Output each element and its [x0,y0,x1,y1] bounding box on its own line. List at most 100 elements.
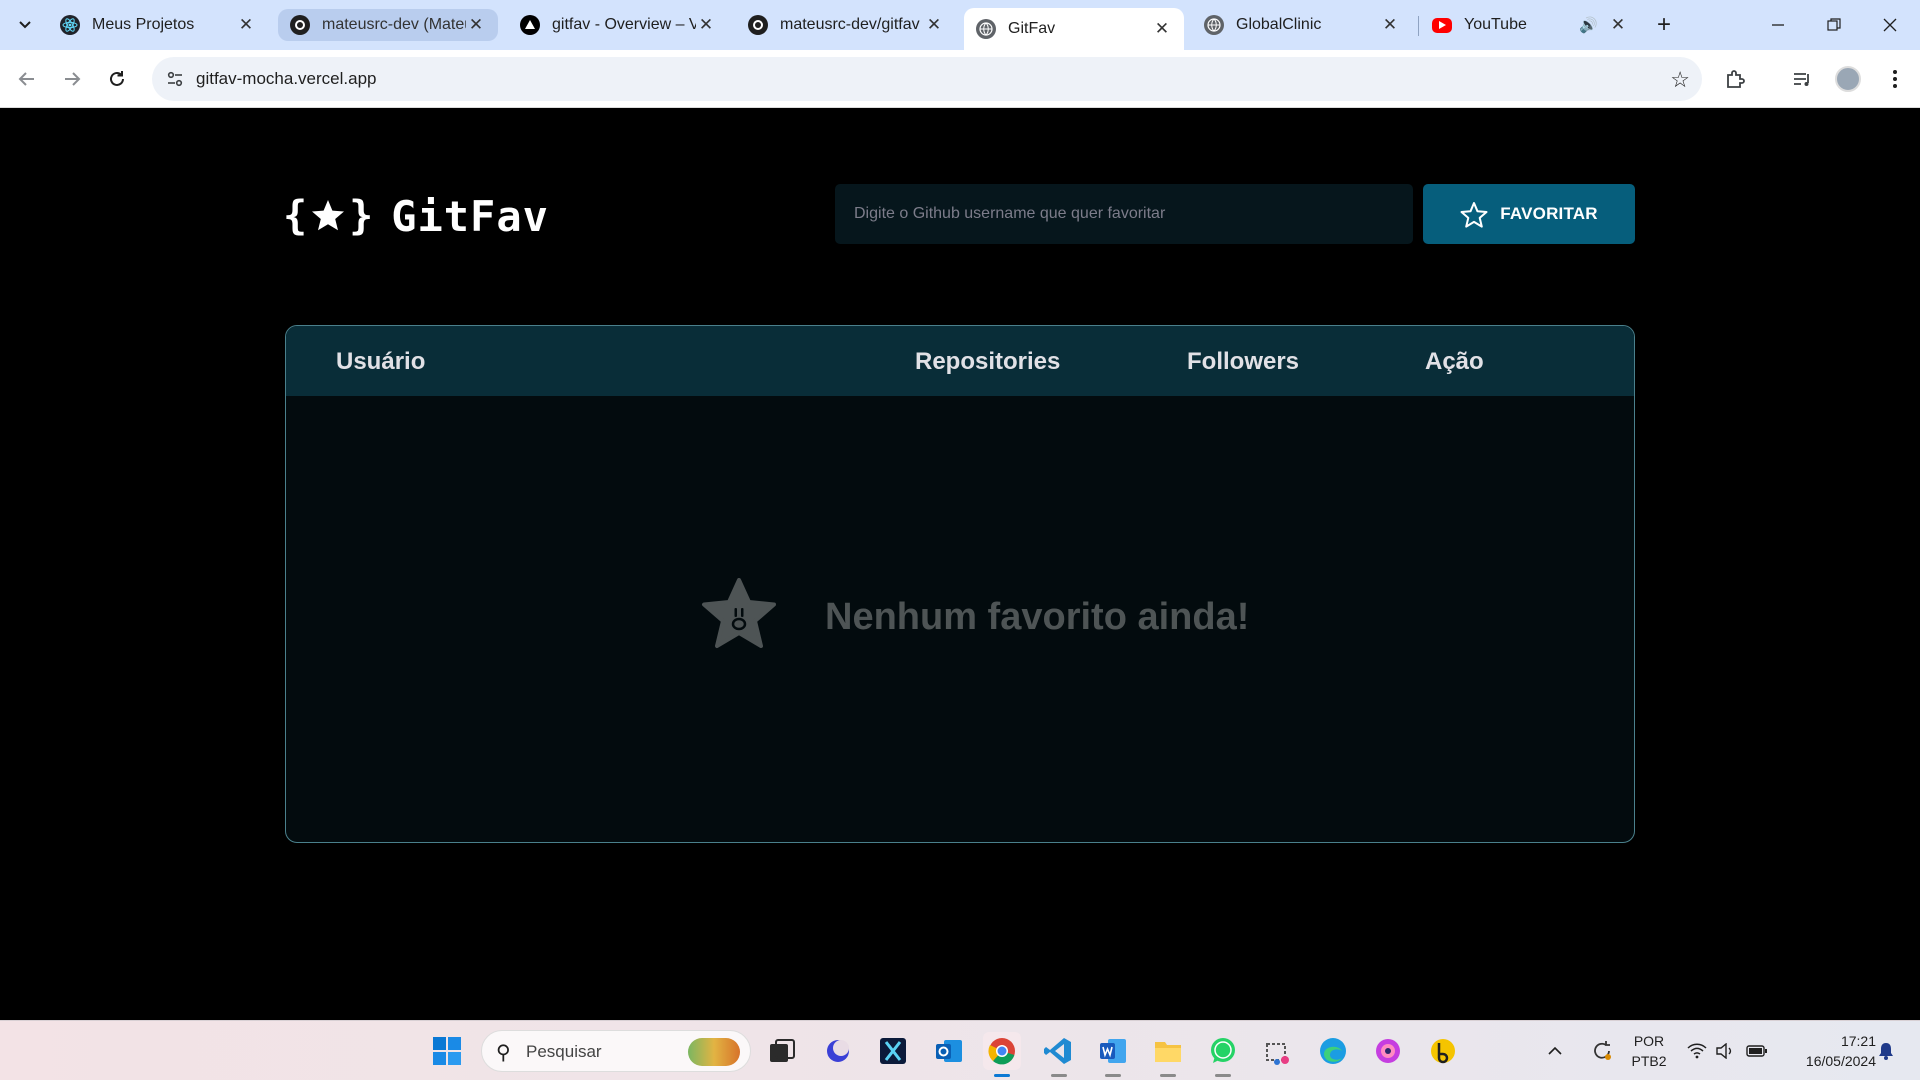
task-view-icon[interactable] [763,1032,801,1070]
extensions-button[interactable] [1720,64,1750,94]
close-icon [1883,18,1897,32]
word-icon[interactable] [1094,1032,1132,1070]
open-app-indicator [1215,1074,1231,1077]
search-icon: ⚲ [496,1042,511,1064]
globe-icon [1204,15,1224,35]
url-text[interactable]: gitfav-mocha.vercel.app [196,69,376,89]
close-icon[interactable]: ✕ [1152,19,1172,39]
table-header: Usuário Repositories Followers Ação [286,326,1634,396]
keyboard-layout: PTB2 [1631,1053,1667,1069]
browser-toolbar: gitfav-mocha.vercel.app ☆ [0,50,1920,108]
github-icon [290,15,310,35]
back-button[interactable] [12,64,42,94]
outlook-icon[interactable] [930,1032,968,1070]
media-queue-icon [1794,73,1809,86]
favorites-table: Usuário Repositories Followers Ação Nenh… [285,325,1635,843]
logo-brace-left: { [283,193,308,239]
open-app-indicator [1105,1074,1121,1077]
column-header-followers: Followers [1187,348,1300,375]
gitfav-page: { } GitFav FAVORITAR Usuário Repositorie… [0,109,1920,1019]
close-icon[interactable]: ✕ [466,15,486,35]
taskbar-search-label: Pesquisar [526,1042,602,1061]
arrow-right-icon [65,72,81,86]
whatsapp-icon[interactable] [1204,1032,1242,1070]
close-icon[interactable]: ✕ [1380,15,1400,35]
browser-menu-button[interactable] [1880,64,1910,94]
youtube-icon [1432,17,1452,33]
volume-icon[interactable] [1714,1032,1736,1070]
sync-icon[interactable] [1586,1032,1618,1070]
battery-icon[interactable] [1745,1032,1769,1070]
close-icon[interactable]: ✕ [236,15,256,35]
profile-avatar[interactable] [1835,66,1861,92]
logo-brace-right: } [349,193,374,239]
address-bar[interactable]: gitfav-mocha.vercel.app ☆ [152,57,1702,101]
browser-tab-strip: Meus Projetos ✕ mateusrc-dev (Mateus ✕ g… [0,0,1920,50]
clock-time: 17:21 [1840,1033,1876,1049]
minimize-button[interactable] [1758,8,1798,42]
show-hidden-icons-chevron-icon[interactable] [1543,1032,1567,1070]
file-explorer-icon[interactable] [1149,1032,1187,1070]
new-tab-button[interactable]: + [1650,11,1678,39]
windows-start-icon[interactable] [428,1032,466,1070]
media-controls-button[interactable] [1787,64,1817,94]
moon-app-icon[interactable] [819,1032,857,1070]
edge-icon[interactable] [1314,1032,1352,1070]
tab-youtube[interactable]: YouTube 🔊 ✕ [1420,8,1640,42]
windows-taskbar: ⚲ Pesquisar POR PTB2 17:21 16/05/2024 [0,1020,1920,1080]
chrome-icon[interactable] [983,1032,1021,1070]
favorite-button-label: FAVORITAR [1500,204,1598,223]
puzzle-icon [1727,70,1745,88]
clock-date: 16/05/2024 [1805,1053,1876,1069]
reload-button[interactable] [102,64,132,94]
tab-github-repo[interactable]: mateusrc-dev/gitfav ✕ [736,8,956,42]
favorite-button[interactable]: FAVORITAR [1423,184,1635,244]
sad-star-icon [701,578,777,655]
snipping-tool-icon[interactable] [1259,1032,1297,1070]
bookmark-star-icon[interactable]: ☆ [1670,67,1690,93]
notification-bell-icon[interactable] [1874,1032,1898,1070]
restore-button[interactable] [1814,8,1854,42]
speaker-icon[interactable]: 🔊 [1579,16,1598,34]
tab-gitfav[interactable]: GitFav ✕ [964,8,1184,50]
open-app-indicator [1051,1074,1067,1077]
tab-github-profile[interactable]: mateusrc-dev (Mateus ✕ [278,9,498,41]
bing-b-icon[interactable] [1424,1032,1462,1070]
site-info-icon[interactable] [162,66,188,92]
star-icon [311,192,345,241]
wifi-icon[interactable] [1686,1032,1708,1070]
github-username-input[interactable] [835,184,1413,244]
close-icon[interactable]: ✕ [1608,15,1628,35]
close-icon[interactable]: ✕ [924,15,944,35]
tab-title: gitfav - Overview – V [552,16,696,33]
taskbar-search[interactable]: ⚲ Pesquisar [481,1030,751,1072]
clock[interactable]: 17:21 16/05/2024 [1780,1033,1876,1069]
github-icon [748,15,768,35]
column-header-repositories: Repositories [915,348,1061,375]
logo-name: GitFav [391,191,549,241]
reload-icon [110,71,124,86]
gitfav-logo: { } GitFav [283,191,549,241]
tab-title: Meus Projetos [92,16,195,33]
tab-separator [1418,16,1419,36]
input-language[interactable]: POR PTB2 [1627,1033,1671,1069]
tab-title: GitFav [1008,20,1056,37]
capcut-icon[interactable] [874,1032,912,1070]
react-atom-icon [60,15,80,35]
tab-meus-projetos[interactable]: Meus Projetos ✕ [48,8,268,42]
close-icon[interactable]: ✕ [696,15,716,35]
star-outline-icon [1460,201,1488,228]
tab-title: mateusrc-dev/gitfav [780,16,920,33]
forward-button[interactable] [57,64,87,94]
open-app-indicator [1160,1074,1176,1077]
chevron-down-icon [19,21,31,29]
tab-vercel-overview[interactable]: gitfav - Overview – V ✕ [508,8,728,42]
tab-search-button[interactable] [10,11,40,39]
vscode-icon[interactable] [1039,1032,1077,1070]
close-window-button[interactable] [1870,8,1910,42]
color-picker-app-icon[interactable] [1369,1032,1407,1070]
restore-icon [1827,18,1841,31]
empty-state: Nenhum favorito ainda! [286,396,1634,842]
tab-globalclinic[interactable]: GlobalClinic ✕ [1192,8,1412,42]
kebab-menu-icon [1893,70,1897,88]
